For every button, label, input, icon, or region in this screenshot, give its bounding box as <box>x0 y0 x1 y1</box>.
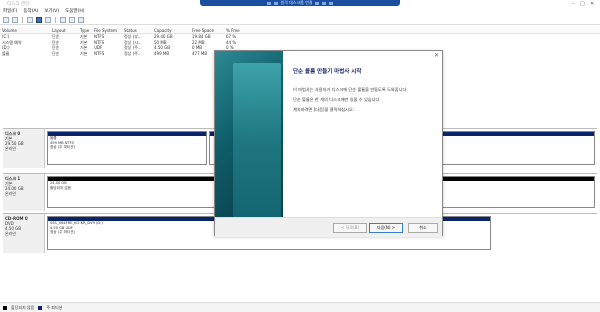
cell: 499 MB <box>154 50 170 56</box>
remote-close-icon[interactable] <box>329 1 334 5</box>
col-volume[interactable]: Volume <box>0 28 50 33</box>
legend-primary: 주 파티션 <box>46 304 63 310</box>
menu-help[interactable]: 도움말(H) <box>65 8 84 15</box>
cell: 단순 <box>52 50 60 56</box>
col-status[interactable]: Status <box>122 28 152 33</box>
disk-label[interactable]: 디스크 1 기본 24.00 GB 온라인 <box>3 174 45 211</box>
menu-bar: 파일(F) 동작(A) 보기(V) 도움말(H) <box>0 8 600 15</box>
list-icon[interactable] <box>78 17 84 23</box>
toolbar-divider <box>55 17 56 23</box>
close-icon[interactable]: ✕ <box>434 52 439 59</box>
toolbar <box>0 15 600 25</box>
back-button[interactable]: < 뒤로(B) <box>333 223 367 233</box>
legend-unallocated-swatch <box>3 305 7 310</box>
new-simple-volume-wizard: ✕ 단순 볼륨 만들기 마법사 시작 이 마법사는 사용자가 디스크에 단순 볼… <box>214 50 443 237</box>
col-percent-free[interactable]: % Free <box>224 28 254 33</box>
check-icon[interactable] <box>69 17 75 23</box>
cell: 기본 <box>80 50 88 56</box>
connect-icon[interactable] <box>60 17 66 23</box>
col-type[interactable]: Type <box>78 28 92 33</box>
col-free-space[interactable]: Free Space <box>190 28 224 33</box>
cell: 정상 (주... <box>124 50 142 56</box>
wizard-side-graphic <box>215 51 283 235</box>
legend-primary-swatch <box>38 305 43 310</box>
remote-connection-bar[interactable]: 원격 데스크톱 연결 <box>200 0 400 6</box>
wizard-graphic-panel <box>233 63 281 223</box>
signal-icon <box>273 1 278 5</box>
remote-restore-icon[interactable] <box>322 1 327 5</box>
col-file-system[interactable]: File System <box>92 28 122 33</box>
minimize-button[interactable]: – <box>572 1 575 7</box>
properties-icon[interactable] <box>45 17 51 23</box>
toolbar-divider <box>22 17 23 23</box>
wizard-text: 이 마법사는 사용자가 디스크에 단순 볼륨을 만들도록 도와줍니다. <box>293 87 408 92</box>
disk-status: 온라인 <box>5 231 17 236</box>
menu-view[interactable]: 보기(V) <box>44 8 59 15</box>
maximize-button[interactable]: □ <box>580 1 585 7</box>
show-hide-tree-icon[interactable] <box>27 17 33 23</box>
forward-icon[interactable] <box>12 17 18 23</box>
wizard-footer: < 뒤로(B) 다음(N) > 취소 <box>215 217 442 237</box>
help-icon[interactable] <box>36 17 42 23</box>
menu-file[interactable]: 파일(F) <box>3 8 17 15</box>
menu-action[interactable]: 동작(A) <box>23 8 38 15</box>
col-capacity[interactable]: Capacity <box>152 28 190 33</box>
remote-minimize-icon[interactable] <box>315 1 320 5</box>
pin-icon[interactable] <box>266 1 271 5</box>
wizard-text: 계속하려면 [다음]을 클릭하십시오. <box>293 107 355 112</box>
next-button[interactable]: 다음(N) > <box>369 223 403 233</box>
partition[interactable]: 볼륨 499 MB NTFS 정상 (주 파티션) <box>47 131 207 165</box>
wizard-title: 단순 볼륨 만들기 마법사 시작 <box>293 69 362 75</box>
partition-status: 정상 (주 파티션) <box>50 145 75 150</box>
cancel-button[interactable]: 취소 <box>408 223 438 233</box>
close-button[interactable]: ✕ <box>590 1 594 7</box>
status-bar: 할당되지 않음 주 파티션 <box>0 302 600 312</box>
wizard-text: 단순 볼륨은 한 개의 디스크에만 있을 수 있습니다. <box>293 97 381 102</box>
disk-status: 온라인 <box>5 146 17 151</box>
cell: 볼륨 <box>2 50 10 56</box>
disk-label[interactable]: 디스크 0 기본 29.50 GB 온라인 <box>3 129 45 168</box>
window-title: 디스크 관리 <box>7 2 30 7</box>
disk-label[interactable]: CD-ROM 0 DVD 4.50 GB 온라인 <box>3 214 45 253</box>
cell: NTFS <box>94 50 105 56</box>
wizard-content: 단순 볼륨 만들기 마법사 시작 이 마법사는 사용자가 디스크에 단순 볼륨을… <box>293 67 438 117</box>
disk-status: 온라인 <box>5 191 17 196</box>
col-layout[interactable]: Layout <box>50 28 78 33</box>
back-icon[interactable] <box>3 17 9 23</box>
remote-bar-title: 원격 데스크톱 연결 <box>280 0 313 5</box>
legend-unallocated: 할당되지 않음 <box>11 304 35 310</box>
